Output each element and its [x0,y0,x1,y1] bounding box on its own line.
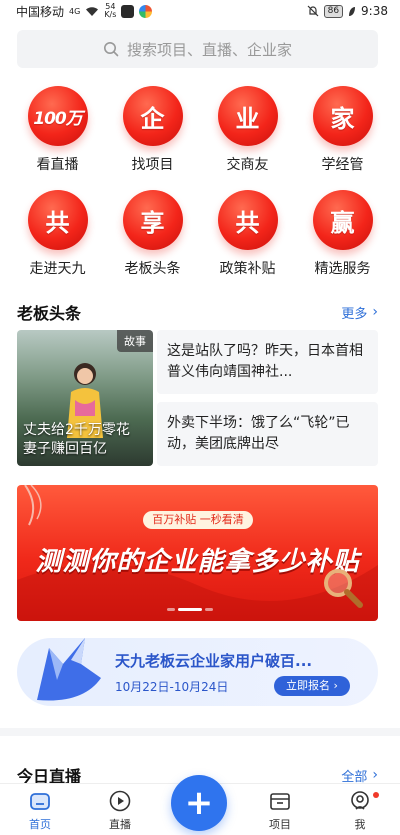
grid-item-label: 走进天九 [29,261,86,277]
section-divider [0,728,400,736]
status-bar: 中国移动 4G 54 K/s 86 9:38 [0,0,400,22]
badge-icon: 企 [122,86,183,146]
story-tag: 故事 [117,330,153,352]
chevron-right-icon: › [372,767,378,783]
grid-item-find-project[interactable]: 企 找项目 [108,86,198,174]
badge-icon: 业 [217,86,278,146]
grid-item-label: 看直播 [36,157,79,173]
search-placeholder: 搜索项目、直播、企业家 [126,40,292,59]
tab-label: 项目 [269,818,291,831]
tab-label: 我 [354,818,366,831]
play-icon [109,790,131,812]
grid-item-about-tianjiu[interactable]: 共 走进天九 [13,190,103,278]
tab-me[interactable]: 我 [325,789,395,832]
tab-projects[interactable]: 项目 [245,789,315,832]
badge-icon: 家 [312,86,373,146]
network-label: 4G [69,6,81,16]
home-icon [30,793,50,810]
grid-item-policy-subsidy[interactable]: 共 政策补贴 [203,190,293,278]
carousel-indicator [167,608,213,611]
wifi-icon [86,6,99,16]
search-icon [103,42,119,57]
grid-item-label: 老板头条 [124,261,181,277]
chevron-right-icon: › [372,304,378,320]
more-link[interactable]: 更多 › [341,303,378,322]
headlines-header: 老板头条 更多 › [17,300,378,324]
profile-icon [351,791,369,810]
unicorn-logo-icon [37,638,101,701]
badge-icon: 共 [217,190,278,250]
clock: 9:38 [361,4,388,18]
net-speed: 54 K/s [104,2,117,19]
article-card[interactable]: 这是站队了吗？昨天，日本首相普义伟向靖国神社... [157,330,378,394]
tab-home[interactable]: 首页 [5,789,75,832]
section-title: 老板头条 [17,304,82,323]
promo-date: 10月22日-10月24日 [115,680,229,694]
grid-item-label: 精选服务 [314,261,371,277]
promo-card[interactable]: 天九老板云企业家用户破百... 10月22日-10月24日 立即报名 › [17,638,378,706]
folder-icon [270,793,290,810]
grid-item-learn-management[interactable]: 家 学经管 [298,86,388,174]
mute-icon [307,5,319,17]
badge-icon: 100万 [27,86,88,146]
search-bar[interactable]: 搜索项目、直播、企业家 [17,30,378,68]
grid-item-make-friends[interactable]: 业 交商友 [203,86,293,174]
banner-pill: 百万补贴 一秒看清 [143,511,253,529]
article-caption: 丈夫给2千万零花 妻子赚回百亿 [23,422,130,457]
notification-dot [373,792,379,798]
grid-item-label: 学经管 [321,157,364,173]
grid-item-watch-live[interactable]: 100万 看直播 [13,86,103,174]
signup-button[interactable]: 立即报名 › [274,676,350,696]
carrier-label: 中国移动 [16,4,65,19]
grid-item-boss-headlines[interactable]: 享 老板头条 [108,190,198,278]
article-card[interactable]: 外卖下半场：饿了么“飞轮”已动，美团底牌出尽 [157,402,378,466]
badge-icon: 享 [122,190,183,250]
battery-indicator: 86 [323,4,344,18]
feature-grid: 100万 看直播 企 找项目 业 交商友 家 学经管 共 走进天九 享 老板头条… [0,86,400,278]
promo-title: 天九老板云企业家用户破百... [115,652,313,670]
leaf-icon [349,6,356,16]
tab-label: 直播 [109,818,131,831]
badge-icon: 共 [27,190,88,250]
grid-item-label: 政策补贴 [219,261,276,277]
featured-article[interactable]: 故事 丈夫给2千万零花 妻子赚回百亿 [17,330,153,466]
plus-icon: + [184,783,214,823]
all-link[interactable]: 全部 › [341,766,378,785]
subsidy-banner[interactable]: 百万补贴 一秒看清 测测你的企业能拿多少补贴 [17,485,378,621]
badge-icon: 赢 [312,190,373,250]
grid-item-featured-services[interactable]: 赢 精选服务 [298,190,388,278]
grid-item-label: 交商友 [226,157,269,173]
magnifier-icon [324,569,363,608]
add-button[interactable]: + [171,775,227,831]
tab-live[interactable]: 直播 [85,789,155,832]
app-notification-icon [139,4,153,18]
app-notification-icon [121,4,135,18]
grid-item-label: 找项目 [131,157,174,173]
tab-label: 首页 [29,818,51,831]
